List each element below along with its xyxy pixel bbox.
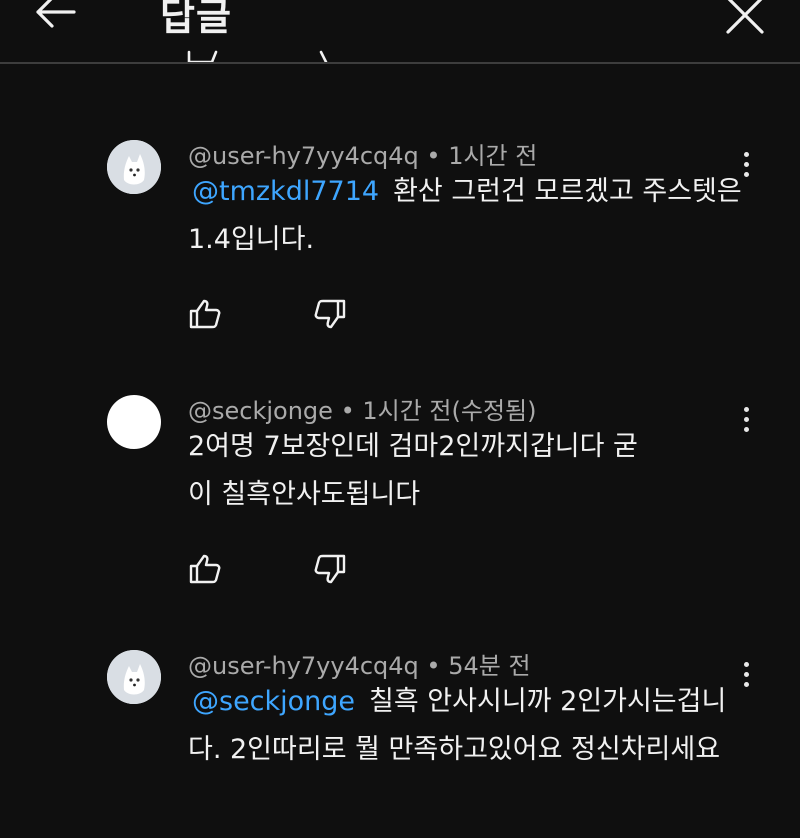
more-vert-dot bbox=[743, 417, 749, 422]
avatar[interactable] bbox=[107, 395, 161, 449]
thumbs-down-icon bbox=[319, 50, 328, 62]
thumbs-down-icon bbox=[314, 299, 346, 329]
comment-author[interactable]: @seckjonge bbox=[188, 397, 333, 425]
avatar[interactable] bbox=[107, 140, 161, 194]
comment-author[interactable]: @user-hy7yy4cq4q bbox=[188, 142, 419, 170]
like-button[interactable] bbox=[188, 298, 222, 330]
like-button[interactable] bbox=[188, 553, 222, 585]
page-title: 답글 bbox=[160, 0, 232, 39]
thumbs-up-icon bbox=[189, 554, 221, 584]
replies-header: 답글 bbox=[0, 0, 800, 64]
more-vert-icon bbox=[743, 662, 749, 667]
arrow-left-icon bbox=[36, 0, 76, 28]
back-button[interactable] bbox=[30, 0, 78, 38]
comment-text: 2여명 7보장인데 검마2인까지갑니다 굳이 칠흑안사도됩니다 bbox=[188, 431, 638, 510]
avatar[interactable] bbox=[107, 650, 161, 704]
mention-link[interactable]: @tmzkdl7714 bbox=[192, 176, 379, 207]
comment-time: 1시간 전(수정됨) bbox=[362, 397, 537, 425]
comment-meta: @user-hy7yy4cq4q • 1시간 전 bbox=[188, 136, 537, 171]
close-button[interactable] bbox=[722, 0, 768, 38]
more-vert-dot bbox=[743, 162, 749, 167]
thumbs-down-icon bbox=[314, 554, 346, 584]
comment-time: 1시간 전 bbox=[448, 142, 538, 170]
thumbs-up-icon bbox=[189, 299, 221, 329]
more-vert-icon bbox=[743, 152, 749, 157]
meta-separator: • bbox=[426, 652, 449, 680]
close-icon bbox=[726, 0, 764, 34]
mention-link[interactable]: @seckjonge bbox=[192, 686, 355, 717]
meta-separator: • bbox=[426, 142, 449, 170]
fox-avatar-icon bbox=[107, 140, 161, 194]
dislike-button[interactable] bbox=[313, 553, 347, 585]
thumbs-up-icon bbox=[187, 50, 218, 62]
comment-body: @seckjonge 칠흑 안사시니까 2인가시는겁니다. 2인따리로 뭘 만족하… bbox=[188, 678, 748, 774]
more-options-button[interactable] bbox=[735, 407, 757, 437]
comment-body: 2여명 7보장인데 검마2인까지갑니다 굳이 칠흑안사도됩니다 bbox=[188, 423, 658, 519]
dislike-button[interactable] bbox=[313, 298, 347, 330]
more-vert-dot bbox=[743, 427, 749, 432]
comment-meta: @seckjonge • 1시간 전(수정됨) bbox=[188, 391, 536, 426]
comment-author[interactable]: @user-hy7yy4cq4q bbox=[188, 652, 419, 680]
fox-avatar-icon bbox=[107, 650, 161, 704]
comment-time: 54분 전 bbox=[448, 652, 531, 680]
more-vert-dot bbox=[743, 672, 749, 677]
comment-meta: @user-hy7yy4cq4q • 54분 전 bbox=[188, 646, 531, 681]
comment-body: @tmzkdl7714 환산 그런건 모르겠고 주스텟은 1.4입니다. bbox=[188, 168, 748, 264]
more-vert-icon bbox=[743, 407, 749, 412]
meta-separator: • bbox=[340, 397, 363, 425]
